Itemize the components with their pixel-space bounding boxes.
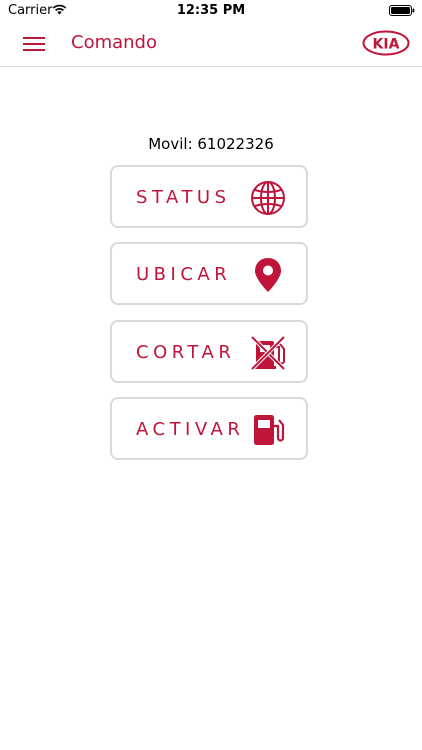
fuel-pump-off-icon bbox=[250, 335, 286, 371]
navigation-bar: Comando KIA bbox=[0, 22, 422, 67]
status-button[interactable]: STATUS bbox=[110, 165, 308, 228]
clock: 12:35 PM bbox=[176, 3, 246, 18]
activar-button-label: ACTIVAR bbox=[136, 419, 245, 440]
cortar-button-label: CORTAR bbox=[136, 342, 236, 363]
activar-button[interactable]: ACTIVAR bbox=[110, 397, 308, 460]
kia-logo-text: KIA bbox=[373, 37, 400, 53]
cortar-button[interactable]: CORTAR bbox=[110, 320, 308, 383]
page-title: Comando bbox=[71, 32, 157, 53]
status-button-label: STATUS bbox=[136, 187, 231, 208]
location-pin-icon bbox=[255, 258, 281, 292]
fuel-pump-icon bbox=[254, 415, 285, 445]
globe-icon bbox=[251, 181, 285, 215]
kia-logo: KIA bbox=[362, 30, 410, 56]
movil-label: Movil: 61022326 bbox=[148, 135, 274, 153]
battery-icon bbox=[389, 5, 415, 16]
status-bar: Carrier 12:35 PM bbox=[0, 0, 422, 22]
screen: Carrier 12:35 PM Comando KIA Movil: 6102… bbox=[0, 0, 422, 750]
ubicar-button[interactable]: UBICAR bbox=[110, 242, 308, 305]
hamburger-menu-icon[interactable] bbox=[23, 35, 45, 53]
ubicar-button-label: UBICAR bbox=[136, 264, 232, 285]
